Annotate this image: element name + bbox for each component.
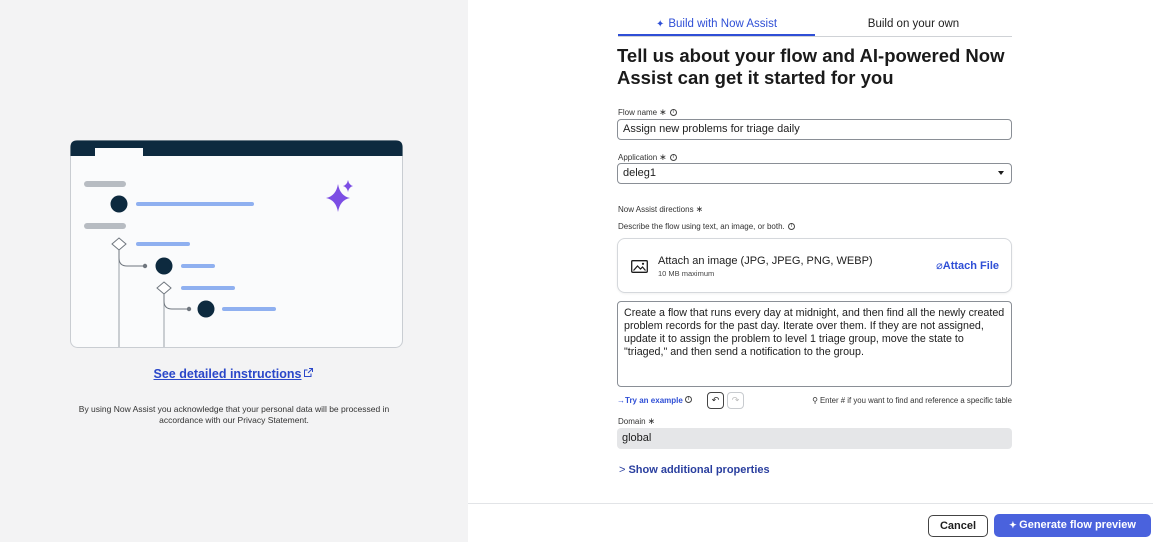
required-icon: ∗	[659, 107, 667, 117]
attach-size-limit: 10 MB maximum	[658, 269, 715, 278]
directions-label: Now Assist directions ∗	[618, 204, 703, 215]
domain-label: Domain ∗	[618, 416, 655, 427]
info-icon[interactable]: i	[787, 223, 795, 231]
flow-name-label-text: Flow name	[618, 108, 658, 117]
directions-label-text: Now Assist directions	[618, 205, 694, 214]
domain-field: global	[617, 428, 1012, 449]
tab-build-with-now-assist[interactable]: ✦ Build with Now Assist	[618, 14, 815, 36]
directions-sublabel-text: Describe the flow using text, an image, …	[618, 222, 785, 231]
application-value: deleg1	[623, 167, 657, 179]
required-icon: ∗	[647, 416, 656, 426]
tab-build-on-your-own[interactable]: Build on your own	[815, 14, 1012, 36]
try-example-label: Try an example	[625, 396, 683, 405]
generate-flow-preview-button[interactable]: ✦ Generate flow preview	[994, 514, 1151, 537]
paperclip-icon: ⌀	[936, 260, 943, 272]
hint-text: Enter # if you want to find and referenc…	[819, 396, 1012, 405]
left-panel: See detailed instructions By using Now A…	[0, 0, 468, 542]
external-link-icon	[303, 367, 314, 381]
generate-label: Generate flow preview	[1019, 519, 1136, 531]
flow-illustration	[70, 140, 403, 348]
show-additional-properties-toggle[interactable]: > Show additional properties	[619, 464, 770, 476]
attach-file-label: Attach File	[942, 260, 999, 272]
cancel-button[interactable]: Cancel	[928, 515, 988, 537]
privacy-notice: By using Now Assist you acknowledge that…	[78, 404, 390, 425]
required-icon: ∗	[659, 152, 667, 162]
show-more-label: Show additional properties	[628, 464, 770, 476]
attach-title: Attach an image (JPG, JPEG, PNG, WEBP)	[658, 255, 873, 267]
try-example-link[interactable]: →Try an example	[617, 396, 683, 405]
chevron-right-icon: >	[619, 464, 626, 476]
hashtag-hint: ⚲ Enter # if you want to find and refere…	[812, 396, 1012, 405]
see-instructions-label[interactable]: See detailed instructions	[154, 367, 302, 381]
sparkle-icon: ✦	[1009, 520, 1020, 530]
directions-toolbar: →Try an example i ↶ ↷ ⚲ Enter # if you w…	[617, 392, 1012, 410]
lightbulb-icon: ⚲	[812, 396, 820, 405]
info-icon[interactable]: i	[669, 109, 677, 117]
see-instructions-link[interactable]: See detailed instructions	[0, 367, 468, 381]
application-label: Application ∗ i	[618, 152, 677, 163]
mode-tabs: ✦ Build with Now Assist Build on your own	[618, 14, 1012, 37]
directions-textarea[interactable]: Create a flow that runs every day at mid…	[617, 301, 1012, 387]
required-icon: ∗	[695, 204, 704, 214]
attach-image-dropzone[interactable]: Attach an image (JPG, JPEG, PNG, WEBP) 1…	[617, 238, 1012, 293]
undo-button[interactable]: ↶	[707, 392, 724, 409]
footer-divider	[468, 503, 1153, 504]
application-select[interactable]: deleg1	[617, 163, 1012, 184]
flow-name-input[interactable]: Assign new problems for triage daily	[617, 119, 1012, 140]
tab-label: Build with Now Assist	[668, 18, 778, 30]
image-icon	[631, 260, 648, 273]
caret-down-icon	[998, 171, 1004, 175]
sparkle-icon: ✦	[655, 19, 665, 30]
page-title: Tell us about your flow and AI-powered N…	[617, 45, 1005, 88]
flow-name-label: Flow name ∗ i	[618, 107, 677, 118]
info-icon[interactable]: i	[669, 154, 677, 162]
redo-button[interactable]: ↷	[727, 392, 744, 409]
attach-file-button[interactable]: ⌀Attach File	[936, 259, 999, 272]
domain-label-text: Domain	[618, 417, 646, 426]
directions-sublabel: Describe the flow using text, an image, …	[618, 222, 795, 231]
tab-label: Build on your own	[867, 18, 960, 30]
application-label-text: Application	[618, 153, 658, 162]
right-panel: ✦ Build with Now Assist Build on your own…	[468, 0, 1153, 542]
info-icon[interactable]: i	[685, 396, 692, 403]
